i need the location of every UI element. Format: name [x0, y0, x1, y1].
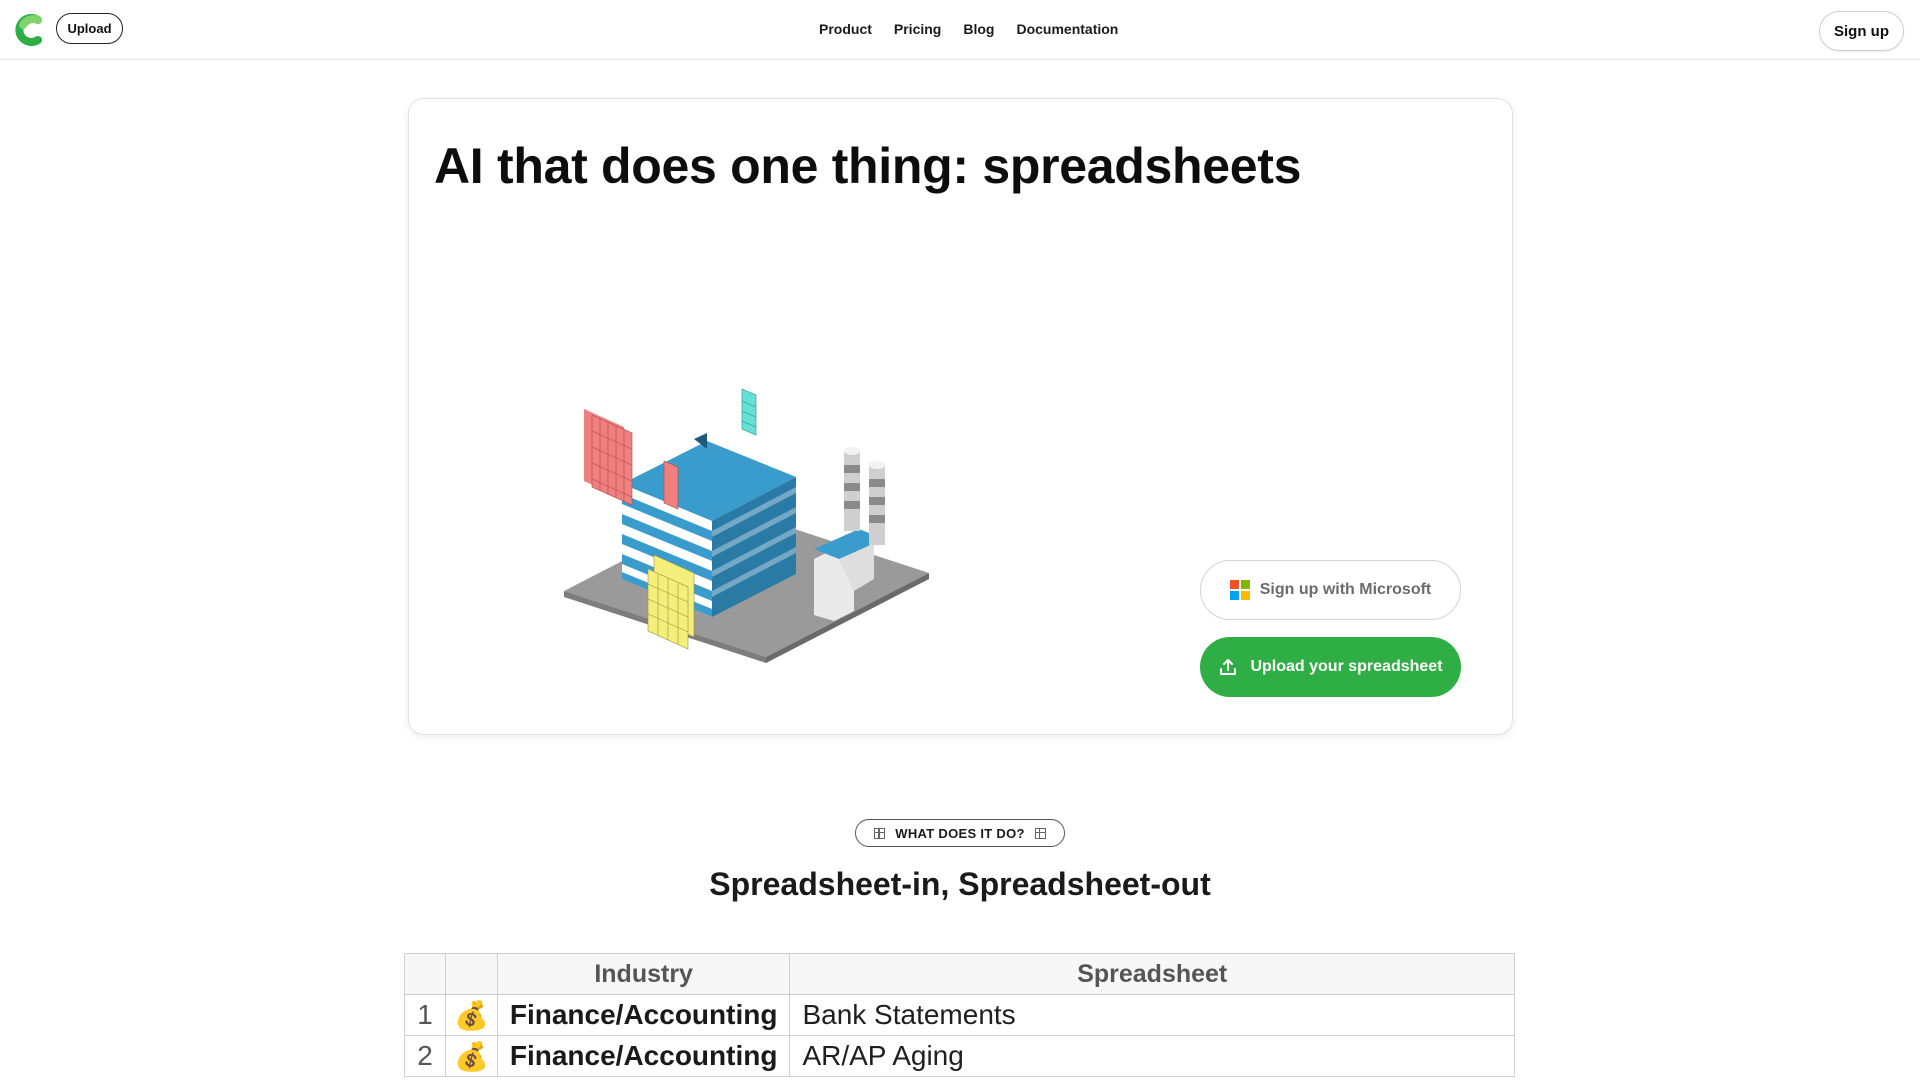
grid-icon	[1034, 827, 1046, 839]
row-number: 1	[404, 994, 446, 1036]
money-bag-icon: 💰	[445, 994, 498, 1036]
header-cell-emoji	[445, 953, 498, 995]
top-nav-bar: Upload Product Pricing Blog Documentatio…	[0, 0, 1920, 60]
section-title: Spreadsheet-in, Spreadsheet-out	[709, 866, 1211, 902]
badge-label: WHAT DOES IT DO?	[895, 825, 1025, 841]
spreadsheet-cell: AR/AP Aging	[789, 1035, 1515, 1077]
row-number: 2	[404, 1035, 446, 1077]
upload-icon	[1220, 659, 1237, 675]
industry-cell: Finance/Accounting	[496, 994, 791, 1036]
sign-up-button[interactable]: Sign up	[1819, 11, 1904, 51]
industry-spreadsheet-table: Industry Spreadsheet 1 💰 Finance/Account…	[404, 953, 1515, 1077]
header-cell-spreadsheet: Spreadsheet	[789, 953, 1515, 995]
factory-illustration	[564, 388, 929, 663]
grid-icon	[874, 827, 886, 839]
nav-link-documentation[interactable]: Documentation	[1016, 21, 1118, 37]
header-cell-industry: Industry	[496, 953, 791, 995]
table-row[interactable]: 2 💰 Finance/Accounting AR/AP Aging	[404, 1035, 1515, 1077]
industry-cell: Finance/Accounting	[496, 1035, 791, 1077]
upload-spreadsheet-button[interactable]: Upload your spreadsheet	[1200, 637, 1461, 697]
upload-button-label: Upload your spreadsheet	[1250, 658, 1443, 675]
spreadsheet-cell: Bank Statements	[789, 994, 1515, 1036]
nav-link-pricing[interactable]: Pricing	[894, 21, 941, 37]
table-header-row: Industry Spreadsheet	[404, 953, 1515, 995]
brand-logo-icon[interactable]	[14, 13, 48, 47]
money-bag-icon: 💰	[445, 1035, 498, 1077]
hero-title: AI that does one thing: spreadsheets	[434, 138, 1302, 194]
microsoft-logo-icon	[1229, 580, 1250, 600]
nav-link-blog[interactable]: Blog	[963, 21, 994, 37]
what-does-it-do-badge: WHAT DOES IT DO?	[855, 819, 1065, 847]
hero-card: AI that does one thing: spreadsheets Sig…	[408, 98, 1513, 735]
header-cell-index	[404, 953, 446, 995]
sign-up-with-microsoft-button[interactable]: Sign up with Microsoft	[1200, 560, 1461, 620]
nav-link-product[interactable]: Product	[819, 21, 872, 37]
table-row[interactable]: 1 💰 Finance/Accounting Bank Statements	[404, 994, 1515, 1036]
main-nav: Product Pricing Blog Documentation	[819, 21, 1118, 37]
ms-button-label: Sign up with Microsoft	[1259, 581, 1432, 598]
upload-nav-button[interactable]: Upload	[56, 13, 123, 44]
